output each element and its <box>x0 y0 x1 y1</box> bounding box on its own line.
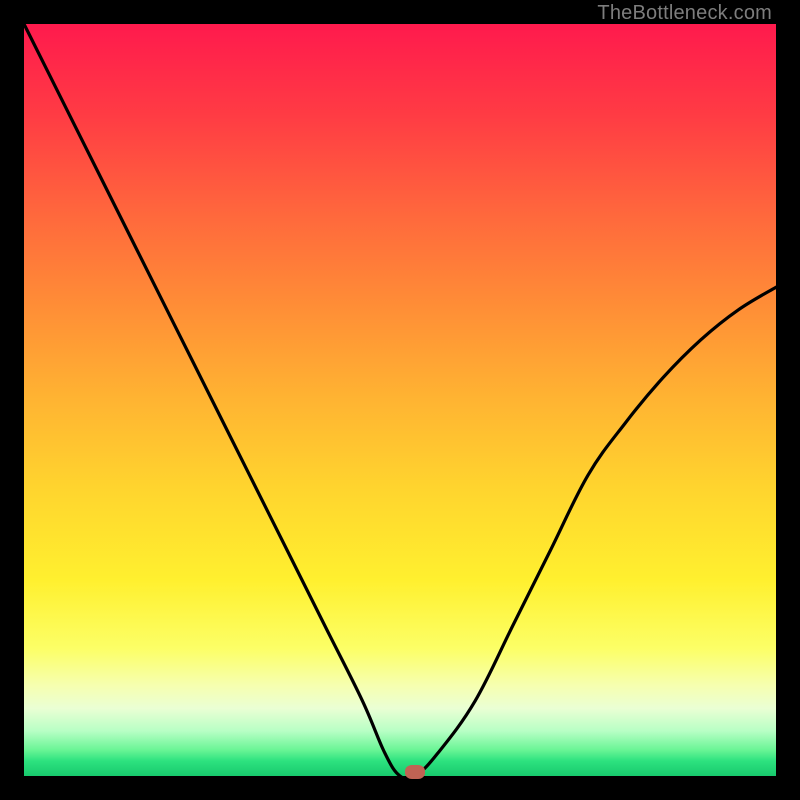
plot-area <box>24 24 776 776</box>
bottleneck-curve <box>24 24 776 776</box>
chart-frame: TheBottleneck.com <box>0 0 800 800</box>
curve-path <box>24 24 776 779</box>
optimal-point-marker <box>405 765 425 779</box>
watermark-text: TheBottleneck.com <box>597 2 772 25</box>
